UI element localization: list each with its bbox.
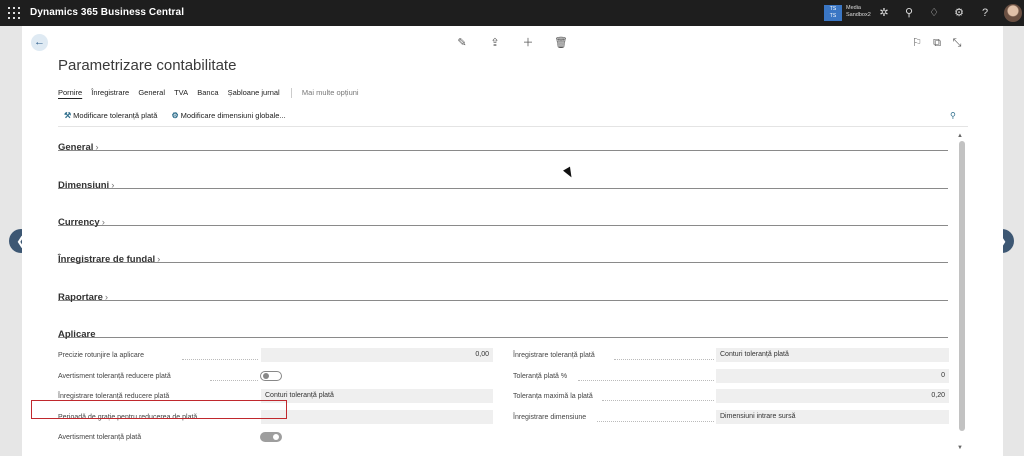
collapse-icon[interactable]: ⤡ <box>950 36 964 50</box>
delete-icon[interactable]: 🗑 <box>554 36 568 50</box>
action-tva[interactable]: TVA <box>174 88 188 97</box>
toolbar-divider <box>58 126 968 127</box>
chevron-right-icon: › <box>95 142 99 153</box>
action-pornire[interactable]: Pornire <box>58 88 82 97</box>
chevron-right-icon: › <box>111 180 115 191</box>
bookmark-icon[interactable]: ⚐ <box>910 36 924 50</box>
scroll-down-arrow-icon[interactable]: ▼ <box>957 445 963 451</box>
copilot-icon[interactable]: ✲ <box>877 6 891 20</box>
page-title: Parametrizare contabilitate <box>58 57 237 74</box>
modify-global-dimensions-button[interactable]: ⚙ Modificare dimensiuni globale... <box>171 111 285 120</box>
app-title[interactable]: Dynamics 365 Business Central <box>30 7 184 18</box>
gear-icon[interactable]: ⚙ <box>952 6 966 20</box>
field-leader <box>614 359 714 360</box>
section-aplicare[interactable]: Aplicare <box>58 324 948 340</box>
precizie-rotunjire-input[interactable]: 0,00 <box>261 348 493 362</box>
page-panel: ← ✎ ⇪ ＋ 🗑 ⚐ ⧉ ⤡ Parametrizare contabilit… <box>22 26 1003 456</box>
toleranta-maxima-input[interactable]: 0,20 <box>716 389 949 403</box>
action-inregistrare[interactable]: Înregistrare <box>91 88 129 97</box>
chevron-right-icon: › <box>101 217 105 228</box>
inregistrare-toleranta-reducere-input[interactable]: Conturi toleranță plată <box>261 389 493 403</box>
open-new-window-icon[interactable]: ⧉ <box>930 36 944 50</box>
avatar[interactable] <box>1004 4 1022 22</box>
chevron-right-icon: › <box>157 254 161 265</box>
environment-company: Media <box>846 5 861 11</box>
action-bar: Pornire Înregistrare General TVA Banca Ș… <box>58 88 366 99</box>
section-currency[interactable]: Currency › <box>58 212 948 228</box>
field-leader <box>602 400 714 401</box>
avertisment-toleranta-reducere-toggle[interactable] <box>260 371 282 381</box>
field-label-toleranta-maxima: Toleranța maximă la plată <box>513 393 593 400</box>
personalize-icon[interactable]: ⚲ <box>950 111 956 120</box>
section-raportare[interactable]: Raportare › <box>58 287 948 303</box>
field-leader <box>597 421 714 422</box>
environment-badge[interactable]: TS TS <box>824 5 842 21</box>
action-separator <box>290 88 292 99</box>
back-button[interactable]: ← <box>31 34 48 51</box>
field-label-precizie-rotunjire: Precizie rotunjire la aplicare <box>58 352 144 359</box>
scrollbar-thumb[interactable] <box>959 141 965 431</box>
bell-icon[interactable]: ♢ <box>927 6 941 20</box>
section-dimensiuni[interactable]: Dimensiuni › <box>58 175 948 191</box>
inregistrare-dimensiune-input[interactable]: Dimensiuni intrare sursă <box>716 410 949 424</box>
action-general[interactable]: General <box>138 88 165 97</box>
toolbar: ⚒ Modificare toleranță plată ⚙ Modificare … <box>64 111 298 120</box>
new-icon[interactable]: ＋ <box>521 36 535 50</box>
field-label-avertisment-toleranta-reducere: Avertisment toleranță reducere plată <box>58 373 171 380</box>
section-inregistrare-de-fundal[interactable]: Înregistrare de fundal › <box>58 249 948 265</box>
edit-icon[interactable]: ✎ <box>455 36 469 50</box>
chevron-right-icon: › <box>104 292 109 303</box>
avertisment-toleranta-plata-toggle[interactable] <box>260 432 282 442</box>
search-icon[interactable]: ⚲ <box>902 6 916 20</box>
modify-payment-tolerance-button[interactable]: ⚒ Modificare toleranță plată <box>64 111 157 120</box>
field-leader <box>210 380 258 381</box>
more-options-button[interactable]: Mai multe opțiuni <box>302 88 359 97</box>
dimensions-icon: ⚙ <box>171 111 179 120</box>
inregistrare-toleranta-plata-input[interactable]: Conturi toleranță plată <box>716 348 949 362</box>
help-icon[interactable]: ? <box>978 6 992 20</box>
action-sabloane-jurnal[interactable]: Șabloane jurnal <box>228 88 280 97</box>
payment-tolerance-icon: ⚒ <box>64 111 72 120</box>
toleranta-plata-procent-input[interactable]: 0 <box>716 369 949 383</box>
field-leader <box>578 380 714 381</box>
field-label-toleranta-plata-procent: Toleranță plată % <box>513 373 568 380</box>
environment-name: Sandbox2 <box>846 12 871 18</box>
field-label-inregistrare-toleranta-reducere: Înregistrare toleranță reducere plată <box>58 393 170 400</box>
share-icon[interactable]: ⇪ <box>488 36 502 50</box>
perioada-gratie-input[interactable] <box>261 410 493 424</box>
field-label-inregistrare-toleranta-plata: Înregistrare toleranță plată <box>513 352 595 359</box>
top-bar: Dynamics 365 Business Central TS TS Media… <box>0 0 1024 26</box>
section-general[interactable]: General › <box>58 137 948 153</box>
field-label-avertisment-toleranta-plata: Avertisment toleranță plată <box>58 434 142 441</box>
environment-info[interactable]: Media Sandbox2 <box>846 5 871 19</box>
highlight-box <box>31 400 287 419</box>
field-label-inregistrare-dimensiune: Înregistrare dimensiune <box>513 414 587 421</box>
waffle-icon[interactable] <box>8 7 20 19</box>
scroll-up-arrow-icon[interactable]: ▲ <box>957 133 963 139</box>
action-banca[interactable]: Banca <box>197 88 218 97</box>
field-leader <box>182 359 258 360</box>
